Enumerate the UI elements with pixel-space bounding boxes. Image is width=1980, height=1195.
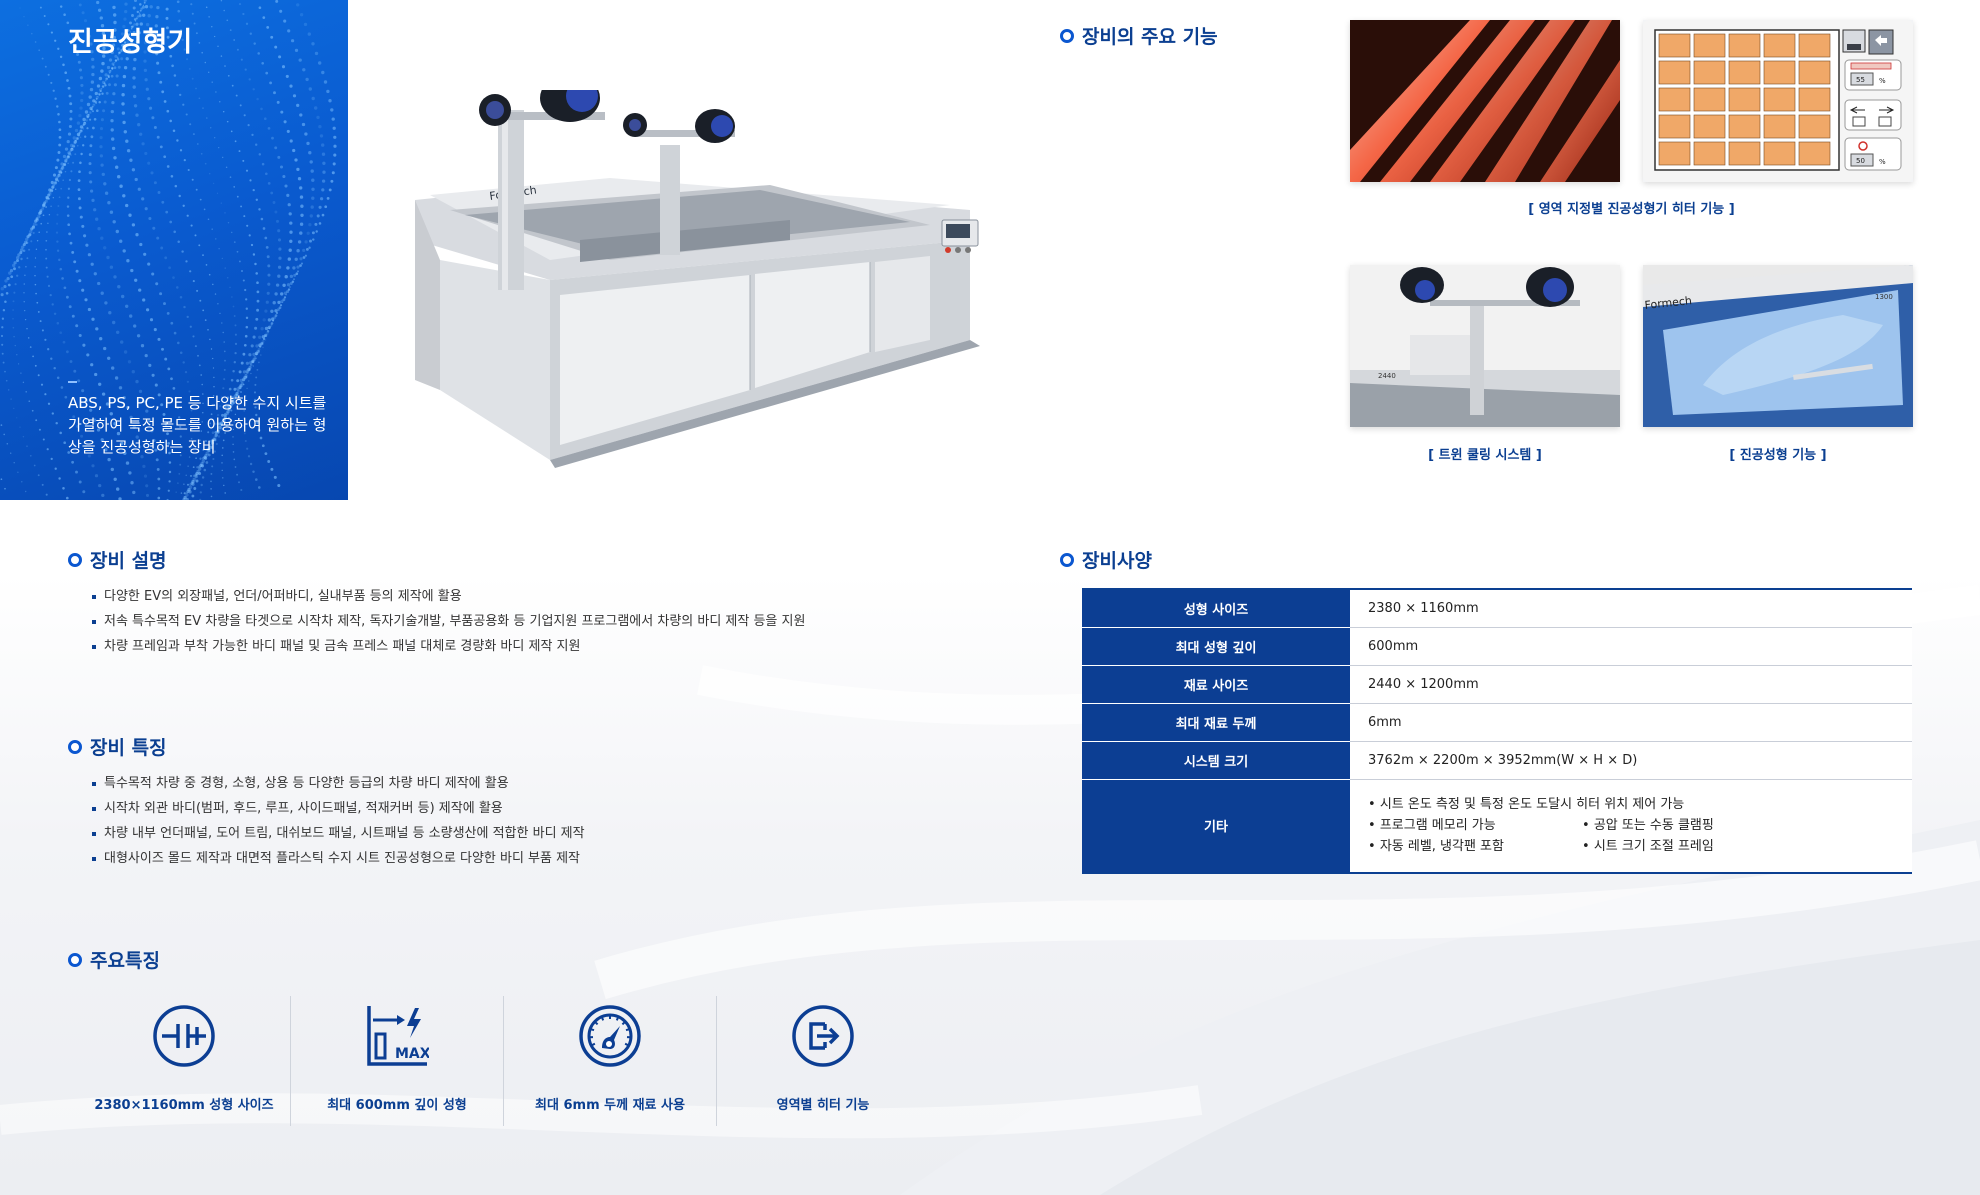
ring-bullet-icon: [68, 952, 82, 967]
spec-label: 재료 사이즈: [1082, 665, 1350, 704]
list-item: • 시트 크기 조절 프레임: [1582, 838, 1714, 854]
list-item: • 자동 레벨, 냉각팬 포함: [1368, 838, 1504, 854]
depth-max-icon: MAX: [367, 1006, 429, 1066]
list-item: • 공압 또는 수동 클램핑: [1582, 817, 1714, 833]
table-row: 시스템 크기 3762m × 2200m × 3952mm(W × H × D): [1082, 741, 1912, 780]
vacuum-forming-caption: [ 진공성형 기능 ]: [1729, 448, 1827, 463]
list-item: • 프로그램 메모리 가능: [1368, 817, 1496, 833]
etc-list: • 시트 온도 측정 및 특정 온도 도달시 히터 위치 제어 가능 • 프로그…: [1368, 786, 1912, 866]
svg-text:1300: 1300: [1875, 293, 1893, 301]
spec-value: 600mm: [1350, 627, 1912, 666]
key-features-title: 주요특징: [68, 946, 160, 973]
list-item: 차량 내부 언더패널, 도어 트림, 대쉬보드 패널, 시트패널 등 소량생산에…: [92, 821, 585, 846]
description-title: 장비 설명: [68, 546, 167, 573]
spec-label: 기타: [1082, 779, 1350, 873]
list-item: 시작차 외관 바디(범퍼, 후드, 루프, 사이드패널, 적재커버 등) 제작에…: [92, 796, 585, 821]
spec-value: 3762m × 2200m × 3952mm(W × H × D): [1350, 741, 1912, 780]
spec-value: • 시트 온도 측정 및 특정 온도 도달시 히터 위치 제어 가능 • 프로그…: [1350, 779, 1912, 873]
table-row: 최대 재료 두께 6mm: [1082, 703, 1912, 742]
key-feature-item: 영역별 히터 기능: [717, 996, 929, 1126]
hero-dash: [68, 381, 77, 383]
twin-cooling-caption: [ 트윈 쿨링 시스템 ]: [1428, 448, 1542, 463]
hero-panel: 진공성형기 ABS, PS, PC, PE 등 다양한 수지 시트를 가열하여 …: [0, 0, 348, 500]
ring-bullet-icon: [1060, 552, 1074, 567]
list-item: 대형사이즈 몰드 제작과 대면적 플라스틱 수지 시트 진공성형으로 다양한 바…: [92, 846, 585, 871]
ring-bullet-icon: [1060, 28, 1074, 43]
hero-section: 진공성형기 ABS, PS, PC, PE 등 다양한 수지 시트를 가열하여 …: [0, 0, 1980, 500]
ring-bullet-icon: [68, 552, 82, 567]
spec-value: 6mm: [1350, 703, 1912, 742]
heater-photo: [1350, 20, 1620, 182]
spec-label: 최대 재료 두께: [1082, 703, 1350, 742]
list-item: 저속 특수목적 EV 차량을 타겟으로 시작차 제작, 독자기술개발, 부품공용…: [92, 609, 805, 634]
svg-text:55: 55: [1856, 76, 1865, 84]
size-icon: [153, 1005, 215, 1067]
svg-text:50: 50: [1856, 157, 1865, 165]
svg-text:2440: 2440: [1378, 372, 1396, 380]
list-item: • 시트 온도 측정 및 특정 온도 도달시 히터 위치 제어 가능: [1368, 796, 1685, 812]
vacuum-forming-machine-image: Formech: [415, 90, 980, 468]
control-panel-photo: 55 % 50 %: [1643, 20, 1913, 182]
spec-value: 2440 × 1200mm: [1350, 665, 1912, 704]
list-item: 다양한 EV의 외장패널, 언더/어퍼바디, 실내부품 등의 제작에 활용: [92, 584, 805, 609]
page-title: 진공성형기: [68, 27, 193, 58]
spec-title: 장비사양: [1060, 546, 1152, 573]
spec-value: 2380 × 1160mm: [1350, 589, 1912, 628]
description-list: 다양한 EV의 외장패널, 언더/어퍼바디, 실내부품 등의 제작에 활용 저속…: [92, 584, 805, 659]
svg-text:%: %: [1879, 158, 1886, 166]
spec-table: 성형 사이즈 2380 × 1160mm 최대 성형 깊이 600mm 재료 사…: [1082, 588, 1912, 874]
list-item: 차량 프레임과 부착 가능한 바디 패널 및 금속 프레스 패널 대체로 경량화…: [92, 634, 805, 659]
svg-text:%: %: [1879, 77, 1886, 85]
key-features-row: 2380×1160mm 성형 사이즈 MAX 최대 600mm 깊이 성형 최대…: [78, 996, 869, 1126]
table-row: 기타 • 시트 온도 측정 및 특정 온도 도달시 히터 위치 제어 가능 • …: [1082, 779, 1912, 873]
table-row: 성형 사이즈 2380 × 1160mm: [1082, 589, 1912, 628]
svg-text:MAX: MAX: [395, 1046, 429, 1062]
spec-label: 시스템 크기: [1082, 741, 1350, 780]
key-feature-item: MAX 최대 600mm 깊이 성형: [291, 996, 503, 1126]
list-item: 특수목적 차량 중 경형, 소형, 상용 등 다양한 등급의 차량 바디 제작에…: [92, 771, 585, 796]
vacuum-forming-photo: Formech 1300: [1643, 265, 1913, 427]
spec-label: 성형 사이즈: [1082, 589, 1350, 628]
features-list: 특수목적 차량 중 경형, 소형, 상용 등 다양한 등급의 차량 바디 제작에…: [92, 771, 585, 871]
twin-cooling-photo: 2440: [1350, 265, 1620, 427]
features-title: 장비 특징: [68, 733, 167, 760]
hero-description: ABS, PS, PC, PE 등 다양한 수지 시트를 가열하여 특정 몰드를…: [68, 394, 327, 456]
spec-label: 최대 성형 깊이: [1082, 627, 1350, 666]
gauge-icon: [579, 1005, 641, 1067]
ring-bullet-icon: [68, 739, 82, 754]
table-row: 재료 사이즈 2440 × 1200mm: [1082, 665, 1912, 704]
heater-caption: [ 영역 지정별 진공성형기 히터 기능 ]: [1528, 202, 1735, 217]
zone-heater-icon: [792, 1005, 854, 1067]
table-row: 최대 성형 깊이 600mm: [1082, 627, 1912, 666]
functions-title: 장비의 주요 기능: [1060, 22, 1218, 49]
key-feature-item: 최대 6mm 두께 재료 사용: [504, 996, 716, 1126]
key-feature-item: 2380×1160mm 성형 사이즈: [78, 996, 290, 1126]
